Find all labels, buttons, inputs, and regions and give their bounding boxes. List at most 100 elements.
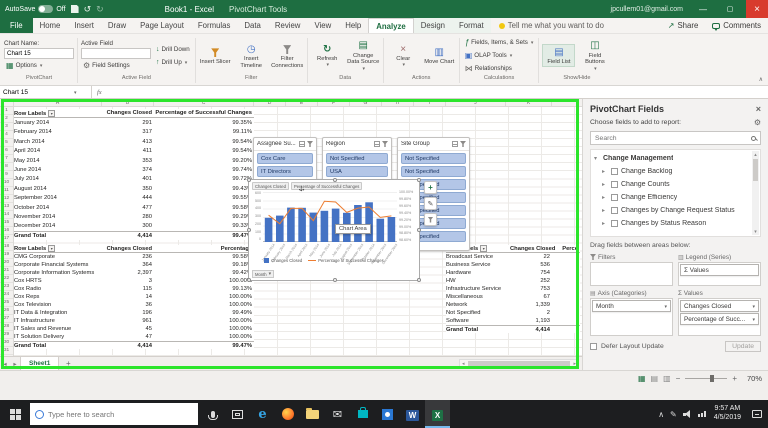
- column-header[interactable]: K: [506, 99, 552, 106]
- slicer-item[interactable]: USA: [326, 166, 388, 177]
- row-header[interactable]: 30: [0, 339, 13, 348]
- row-header[interactable]: 29: [0, 331, 13, 340]
- clear-filter-icon[interactable]: [382, 141, 388, 147]
- tab-analyze[interactable]: Analyze: [368, 18, 414, 33]
- pivot-table-row[interactable]: IT Sales and Revenue 45 100.00%: [14, 325, 254, 333]
- row-header[interactable]: 25: [0, 299, 13, 308]
- row-header[interactable]: 9: [0, 171, 13, 180]
- pen-icon[interactable]: [670, 410, 677, 419]
- row-header[interactable]: 22: [0, 275, 13, 284]
- expand-icon[interactable]: [602, 207, 608, 214]
- scrollbar-thumb[interactable]: [467, 361, 571, 366]
- sheet-nav-right-icon[interactable]: [10, 360, 20, 368]
- row-header[interactable]: 16: [0, 227, 13, 236]
- update-button[interactable]: Update: [725, 341, 761, 352]
- name-box-input[interactable]: [3, 88, 73, 96]
- mail-button[interactable]: [325, 400, 350, 428]
- new-sheet-button[interactable]: [62, 359, 74, 368]
- collapse-ribbon-icon[interactable]: [759, 76, 763, 83]
- row-header[interactable]: 18: [0, 243, 13, 252]
- tray-expand-icon[interactable]: [658, 410, 664, 419]
- filters-area[interactable]: [590, 262, 673, 286]
- pivot-table-row[interactable]: November 2014 280 99.29%: [14, 212, 254, 221]
- zoom-in-icon[interactable]: [732, 374, 737, 383]
- fields-items-sets-button[interactable]: Fields, Items, & Sets: [463, 37, 536, 49]
- field-list-button[interactable]: Field List: [542, 44, 576, 67]
- row-header[interactable]: 17: [0, 235, 13, 244]
- row-header[interactable]: 7: [0, 155, 13, 164]
- taskbar-search[interactable]: [30, 403, 198, 425]
- pill-dropdown-icon[interactable]: [752, 316, 755, 323]
- row-header[interactable]: 10: [0, 179, 13, 188]
- column-header[interactable]: D: [254, 99, 286, 106]
- pivot-table-row[interactable]: Miscellaneous 67: [446, 293, 580, 301]
- redo-icon[interactable]: [96, 5, 104, 14]
- sheet-nav-left-icon[interactable]: [0, 360, 10, 368]
- pivot-table-row[interactable]: October 2014 477 99.58%: [14, 203, 254, 212]
- photos-button[interactable]: [375, 400, 400, 428]
- collapse-icon[interactable]: [594, 155, 600, 162]
- row-header[interactable]: 20: [0, 259, 13, 268]
- formula-input[interactable]: [106, 86, 768, 98]
- field-list[interactable]: Change Management Change BacklogChange C…: [590, 149, 761, 237]
- multi-select-icon[interactable]: [452, 141, 458, 147]
- pivot-table-row[interactable]: IT Infrastructure 961 100.00%: [14, 317, 254, 325]
- save-icon[interactable]: [70, 5, 79, 13]
- tab-draw[interactable]: Draw: [101, 18, 133, 33]
- row-header[interactable]: 15: [0, 219, 13, 228]
- pivot-table-row[interactable]: December 2014 300 99.33%: [14, 222, 254, 231]
- field-table-root[interactable]: Change Management: [594, 152, 750, 165]
- grand-total-row[interactable]: Grand Total 4,414 99.47%: [14, 231, 254, 240]
- grand-total-row[interactable]: Grand Total 4,414: [446, 325, 580, 333]
- values-area[interactable]: Changes ClosedPercentage of Succ...: [678, 298, 761, 336]
- column-header[interactable]: J: [446, 99, 506, 106]
- row-header[interactable]: 8: [0, 163, 13, 172]
- column-header[interactable]: I: [414, 99, 446, 106]
- taskbar-search-input[interactable]: [48, 409, 193, 419]
- account-email[interactable]: jpcullem01@gmail.com: [611, 6, 683, 13]
- tab-formulas[interactable]: Formulas: [191, 18, 238, 33]
- column-header[interactable]: F: [318, 99, 350, 106]
- fields-scrollbar[interactable]: [752, 151, 759, 235]
- column-header[interactable]: G: [350, 99, 382, 106]
- field-pill[interactable]: Month: [592, 300, 671, 312]
- row-header[interactable]: 21: [0, 267, 13, 276]
- change-data-source-button[interactable]: Change Data Source: [347, 39, 380, 72]
- chart-selection-handle[interactable]: [333, 278, 337, 282]
- sheet-tab-sheet1[interactable]: Sheet1: [20, 357, 60, 370]
- row-header[interactable]: 14: [0, 211, 13, 220]
- axis-area[interactable]: Month: [590, 298, 673, 336]
- zoom-level[interactable]: 70%: [742, 374, 762, 383]
- pivot-table-row[interactable]: Software 1,193: [446, 317, 580, 325]
- chart-elements-button[interactable]: [424, 181, 437, 194]
- scrollbar-thumb[interactable]: [753, 159, 758, 181]
- row-header[interactable]: 27: [0, 315, 13, 324]
- row-header[interactable]: 12: [0, 195, 13, 204]
- worksheet[interactable]: ABCDEFGHIJK 1 2 3 4 5 6 7 8 9 10 11 12 13 14 15 16 17 18 1…: [0, 99, 582, 370]
- pivot-table-row[interactable]: IT Solution Delivery 47 100.00%: [14, 333, 254, 341]
- column-header[interactable]: B: [102, 99, 154, 106]
- name-box-dropdown-icon[interactable]: [73, 89, 77, 96]
- row-header[interactable]: 19: [0, 251, 13, 260]
- field-pill[interactable]: Percentage of Succ...: [680, 313, 759, 325]
- zoom-out-icon[interactable]: [676, 374, 681, 383]
- pivot-table-row[interactable]: Corporate Information Systems 2,397 99.42%: [14, 269, 254, 277]
- tab-page-layout[interactable]: Page Layout: [133, 18, 191, 33]
- chart-plot-area[interactable]: [263, 192, 397, 243]
- multi-select-icon[interactable]: [374, 141, 380, 147]
- field-list-item[interactable]: Change Backlog: [594, 165, 750, 178]
- pivot-chart[interactable]: Changes Closed Percentage of Successful …: [247, 178, 421, 282]
- pill-dropdown-icon[interactable]: [752, 303, 755, 310]
- row-labels-filter-icon[interactable]: [480, 244, 488, 252]
- olap-tools-button[interactable]: OLAP Tools: [463, 50, 536, 62]
- pivot-table-row[interactable]: February 2014 317 99.11%: [14, 128, 254, 137]
- field-checkbox[interactable]: [611, 220, 618, 227]
- row-header[interactable]: 5: [0, 139, 13, 148]
- taskbar-clock[interactable]: 9:57 AM 4/5/2019: [714, 405, 741, 423]
- slicer-item[interactable]: IT Directors: [257, 166, 313, 177]
- chart-axis-field-button[interactable]: Month: [252, 270, 275, 278]
- close-pane-icon[interactable]: [756, 104, 761, 114]
- column-header[interactable]: C: [154, 99, 254, 106]
- row-header[interactable]: 1: [0, 107, 13, 116]
- column-header[interactable]: H: [382, 99, 414, 106]
